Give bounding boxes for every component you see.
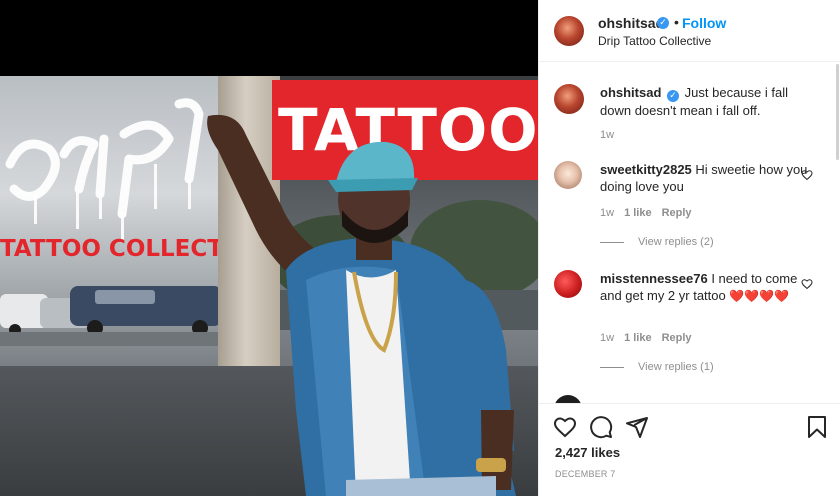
comment-time[interactable]: 1w — [600, 332, 614, 344]
replies-line — [600, 241, 624, 243]
storefront-scene: TATTOO COLLECTIVE TATTOO — [0, 76, 538, 496]
share-icon[interactable] — [625, 415, 649, 439]
comments-scrollbar[interactable] — [836, 64, 839, 160]
caption-username[interactable]: ohshitsad — [600, 85, 661, 100]
comment-likes[interactable]: 1 like — [624, 207, 652, 219]
comment-time[interactable]: 1w — [600, 207, 614, 219]
post-side-panel: ohshitsad ✓ • Follow Drip Tattoo Collect… — [538, 0, 840, 496]
reply-button[interactable]: Reply — [662, 332, 692, 344]
comment-like-heart-icon[interactable] — [801, 169, 813, 181]
post-location[interactable]: Drip Tattoo Collective — [598, 34, 711, 48]
comment-text-block: misstennessee76 I need to come and get m… — [600, 270, 812, 305]
reply-button[interactable]: Reply — [662, 207, 692, 219]
caption-meta: 1w — [600, 129, 614, 141]
caption-time[interactable]: 1w — [600, 129, 614, 141]
caption-text-block: ohshitsad ✓ Just because i fall down doe… — [600, 84, 812, 119]
post-photo[interactable]: TATTOO COLLECTIVE TATTOO — [0, 0, 538, 496]
heart-icon[interactable] — [553, 415, 577, 439]
collective-sign-text: TATTOO COLLECTIVE — [0, 236, 226, 262]
follow-button[interactable]: Follow — [682, 15, 726, 31]
caption-verified-badge-icon: ✓ — [667, 90, 680, 102]
view-replies-label: View replies (1) — [638, 361, 714, 373]
comment-meta: 1w 1 like Reply — [600, 332, 692, 344]
comment-text-block: sweetkitty2825 Hi sweetie how you doing … — [600, 161, 812, 195]
drip-logo-graphic — [5, 98, 204, 240]
comments-list[interactable]: ohshitsad ✓ Just because i fall down doe… — [539, 63, 840, 403]
post-actions: 2,427 likes DECEMBER 7 — [539, 403, 840, 496]
owner-username[interactable]: ohshitsad — [598, 15, 664, 31]
likes-count[interactable]: 2,427 likes — [555, 445, 620, 460]
post-header: ohshitsad ✓ • Follow Drip Tattoo Collect… — [539, 0, 840, 62]
commenter-avatar[interactable] — [554, 161, 582, 189]
verified-badge-icon: ✓ — [657, 17, 669, 29]
comment-likes[interactable]: 1 like — [624, 332, 652, 344]
view-replies-button[interactable]: View replies (1) — [600, 361, 714, 373]
view-replies-button[interactable]: View replies (2) — [600, 236, 714, 248]
commenter-avatar-partial[interactable] — [554, 395, 582, 403]
comment-icon[interactable] — [589, 415, 613, 439]
bookmark-icon[interactable] — [805, 415, 829, 439]
post-date[interactable]: DECEMBER 7 — [555, 469, 616, 479]
parked-cars — [0, 286, 222, 346]
comment-meta: 1w 1 like Reply — [600, 207, 692, 219]
comment-username[interactable]: sweetkitty2825 — [600, 162, 692, 177]
comment-emoji: ❤️❤️❤️❤️ — [729, 289, 790, 303]
separator-dot: • — [674, 14, 679, 30]
comment-username[interactable]: misstennessee76 — [600, 271, 708, 286]
comment-like-heart-icon[interactable] — [801, 278, 813, 290]
commenter-avatar[interactable] — [554, 270, 582, 298]
caption-avatar[interactable] — [554, 84, 584, 114]
owner-avatar[interactable] — [554, 16, 584, 46]
man-in-denim-shirt — [207, 114, 516, 496]
replies-line — [600, 366, 624, 368]
view-replies-label: View replies (2) — [638, 236, 714, 248]
